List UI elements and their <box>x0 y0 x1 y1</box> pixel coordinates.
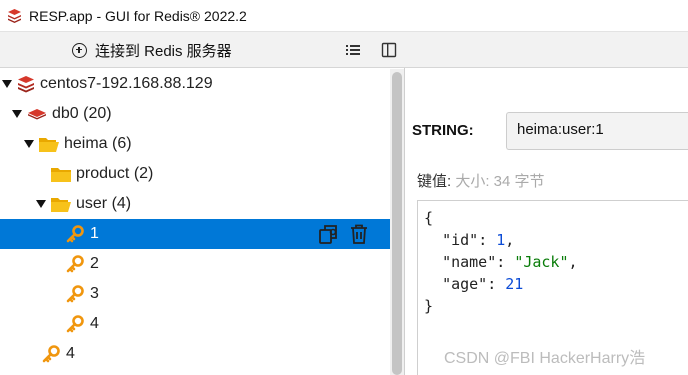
json-open-brace: { <box>424 209 434 227</box>
json-key: "name" <box>442 253 497 271</box>
key-icon <box>66 255 84 273</box>
tree-item-db0[interactable]: db0 (20) <box>0 99 390 129</box>
folder-icon <box>50 166 72 183</box>
server-name: centos7-192.168.88.129 <box>40 75 213 92</box>
tree-item-product-folder[interactable]: product (2) <box>0 159 390 189</box>
expanded-arrow-icon[interactable] <box>36 199 46 209</box>
key-icon <box>42 345 60 363</box>
json-key: "age" <box>442 275 488 293</box>
value-meta: 键值: 大小: 34 字节 <box>417 170 545 191</box>
key-name: 4 <box>90 315 99 332</box>
title-bar: RESP.app - GUI for Redis® 2022.2 <box>0 0 688 32</box>
key-name: 3 <box>90 285 99 302</box>
row-actions <box>318 223 370 245</box>
connection-tree-panel: 连接到 Redis 服务器 centos7-192.168.88.129 db0… <box>0 32 405 375</box>
trash-icon[interactable] <box>348 223 370 245</box>
open-folder-icon <box>38 136 60 153</box>
tree-item-user-folder[interactable]: user (4) <box>0 189 390 219</box>
key-name: 1 <box>90 225 99 242</box>
plus-circle-icon <box>72 42 87 58</box>
expanded-arrow-icon[interactable] <box>24 139 34 149</box>
right-toolbar <box>405 32 688 68</box>
connect-to-redis-button[interactable]: 连接到 Redis 服务器 <box>72 38 232 62</box>
json-field-id: "id": 1, <box>442 231 515 249</box>
list-menu-icon[interactable] <box>345 42 361 58</box>
folder-name: heima (6) <box>64 135 132 152</box>
database-icon <box>26 107 48 121</box>
json-value: 21 <box>505 275 524 293</box>
app-logo-icon <box>6 7 23 24</box>
key-icon <box>66 225 84 243</box>
json-key: "id" <box>442 231 479 249</box>
json-sep: , <box>568 253 578 271</box>
value-label: 键值: <box>417 173 452 190</box>
key-name: 2 <box>90 255 99 272</box>
open-folder-icon <box>50 196 72 213</box>
value-size: 大小: 34 字节 <box>455 173 545 190</box>
key-tree: centos7-192.168.88.129 db0 (20) heima (6… <box>0 69 390 375</box>
panel-layout-icon[interactable] <box>381 42 397 58</box>
scrollbar-thumb[interactable] <box>392 72 402 375</box>
left-toolbar: 连接到 Redis 服务器 <box>0 32 405 68</box>
copy-icon[interactable] <box>318 223 340 245</box>
json-close-brace: } <box>424 297 434 315</box>
redis-server-icon <box>16 75 36 93</box>
tree-item-heima-folder[interactable]: heima (6) <box>0 129 390 159</box>
tree-item-key-3[interactable]: 3 <box>0 279 390 309</box>
tree-item-key-2[interactable]: 2 <box>0 249 390 279</box>
key-icon <box>66 315 84 333</box>
window-title: RESP.app - GUI for Redis® 2022.2 <box>29 7 247 24</box>
tree-item-server[interactable]: centos7-192.168.88.129 <box>0 69 390 99</box>
json-field-age: "age": 21 <box>442 275 524 293</box>
db-name: db0 (20) <box>52 105 112 122</box>
json-sep: , <box>505 231 515 249</box>
key-icon <box>66 285 84 303</box>
json-value: "Jack" <box>514 253 569 271</box>
expanded-arrow-icon[interactable] <box>12 109 22 119</box>
expanded-arrow-icon[interactable] <box>2 79 12 89</box>
tree-item-key-4[interactable]: 4 <box>0 309 390 339</box>
value-editor-panel: STRING: heima:user:1 键值: 大小: 34 字节 { "id… <box>405 32 688 375</box>
json-value: 1 <box>496 231 506 249</box>
tree-item-key-1[interactable]: 1 <box>0 219 390 249</box>
folder-name: product (2) <box>76 165 154 182</box>
key-name: 4 <box>66 345 75 362</box>
watermark: CSDN @FBI HackerHarry浩 <box>444 350 646 367</box>
connect-button-label: 连接到 Redis 服务器 <box>95 42 232 60</box>
folder-name: user (4) <box>76 195 132 212</box>
key-name-field[interactable]: heima:user:1 <box>506 112 688 150</box>
key-type-label: STRING: <box>412 122 474 139</box>
tree-item-heima-key-4[interactable]: 4 <box>0 339 390 369</box>
json-field-name: "name": "Jack", <box>442 253 578 271</box>
